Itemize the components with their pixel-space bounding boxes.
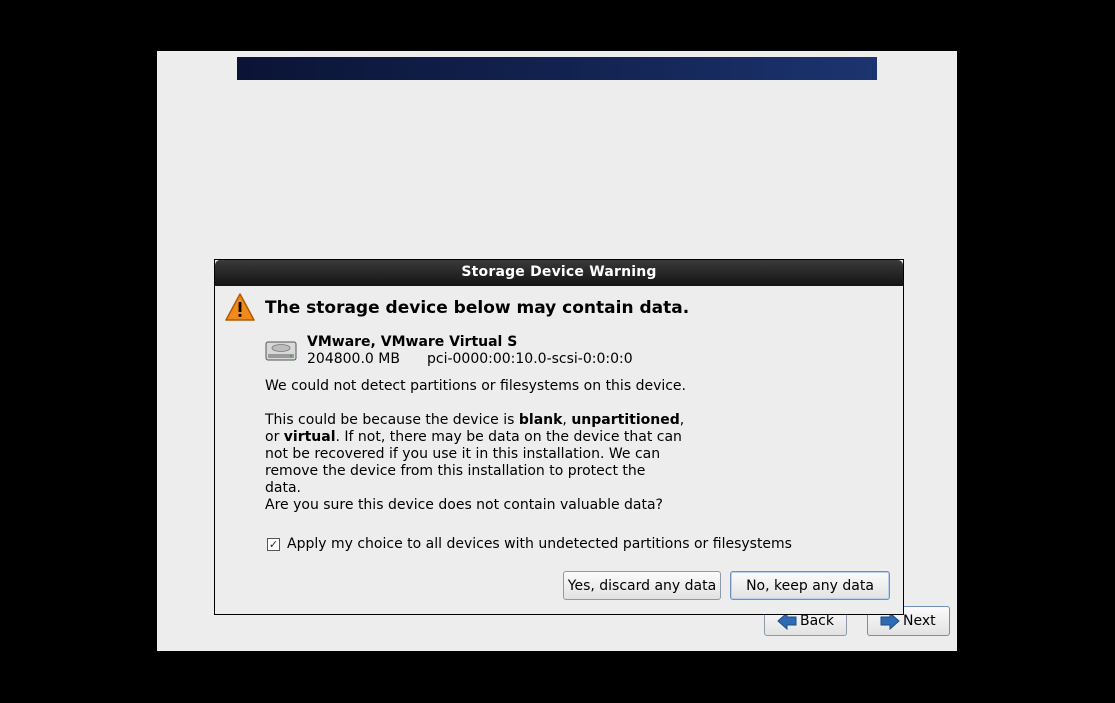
device-size: 204800.0 MB xyxy=(307,351,400,367)
explanation-blank: blank xyxy=(518,412,563,428)
dialog-headline: The storage device below may contain dat… xyxy=(265,298,690,318)
apply-all-checkbox[interactable]: ✓ xyxy=(267,537,280,551)
hard-disk-icon xyxy=(265,338,297,368)
keep-data-button[interactable]: No, keep any data xyxy=(730,571,890,600)
discard-data-button[interactable]: Yes, discard any data xyxy=(563,571,721,600)
installer-banner xyxy=(237,57,877,80)
device-name: VMware, VMware Virtual S xyxy=(307,334,518,350)
explanation-virtual: virtual xyxy=(283,429,336,445)
back-button-label: Back xyxy=(800,613,834,629)
dialog-title: Storage Device Warning xyxy=(215,260,903,286)
explanation-sep-1: , xyxy=(562,412,572,428)
explanation-part-1: This could be because the device is xyxy=(265,412,519,428)
next-button-label: Next xyxy=(903,613,936,629)
apply-all-option[interactable]: ✓ Apply my choice to all devices with un… xyxy=(267,536,792,552)
apply-all-label[interactable]: Apply my choice to all devices with unde… xyxy=(287,536,792,552)
explanation-message: This could be because the device is blan… xyxy=(265,412,685,497)
storage-warning-dialog: Storage Device Warning The storage devic… xyxy=(214,259,904,615)
confirmation-question: Are you sure this device does not contai… xyxy=(265,497,663,513)
device-path: pci-0000:00:10.0-scsi-0:0:0:0 xyxy=(427,351,633,367)
explanation-unpartitioned: unpartitioned xyxy=(571,412,680,428)
warning-triangle-icon xyxy=(224,292,256,326)
no-partitions-message: We could not detect partitions or filesy… xyxy=(265,378,686,394)
